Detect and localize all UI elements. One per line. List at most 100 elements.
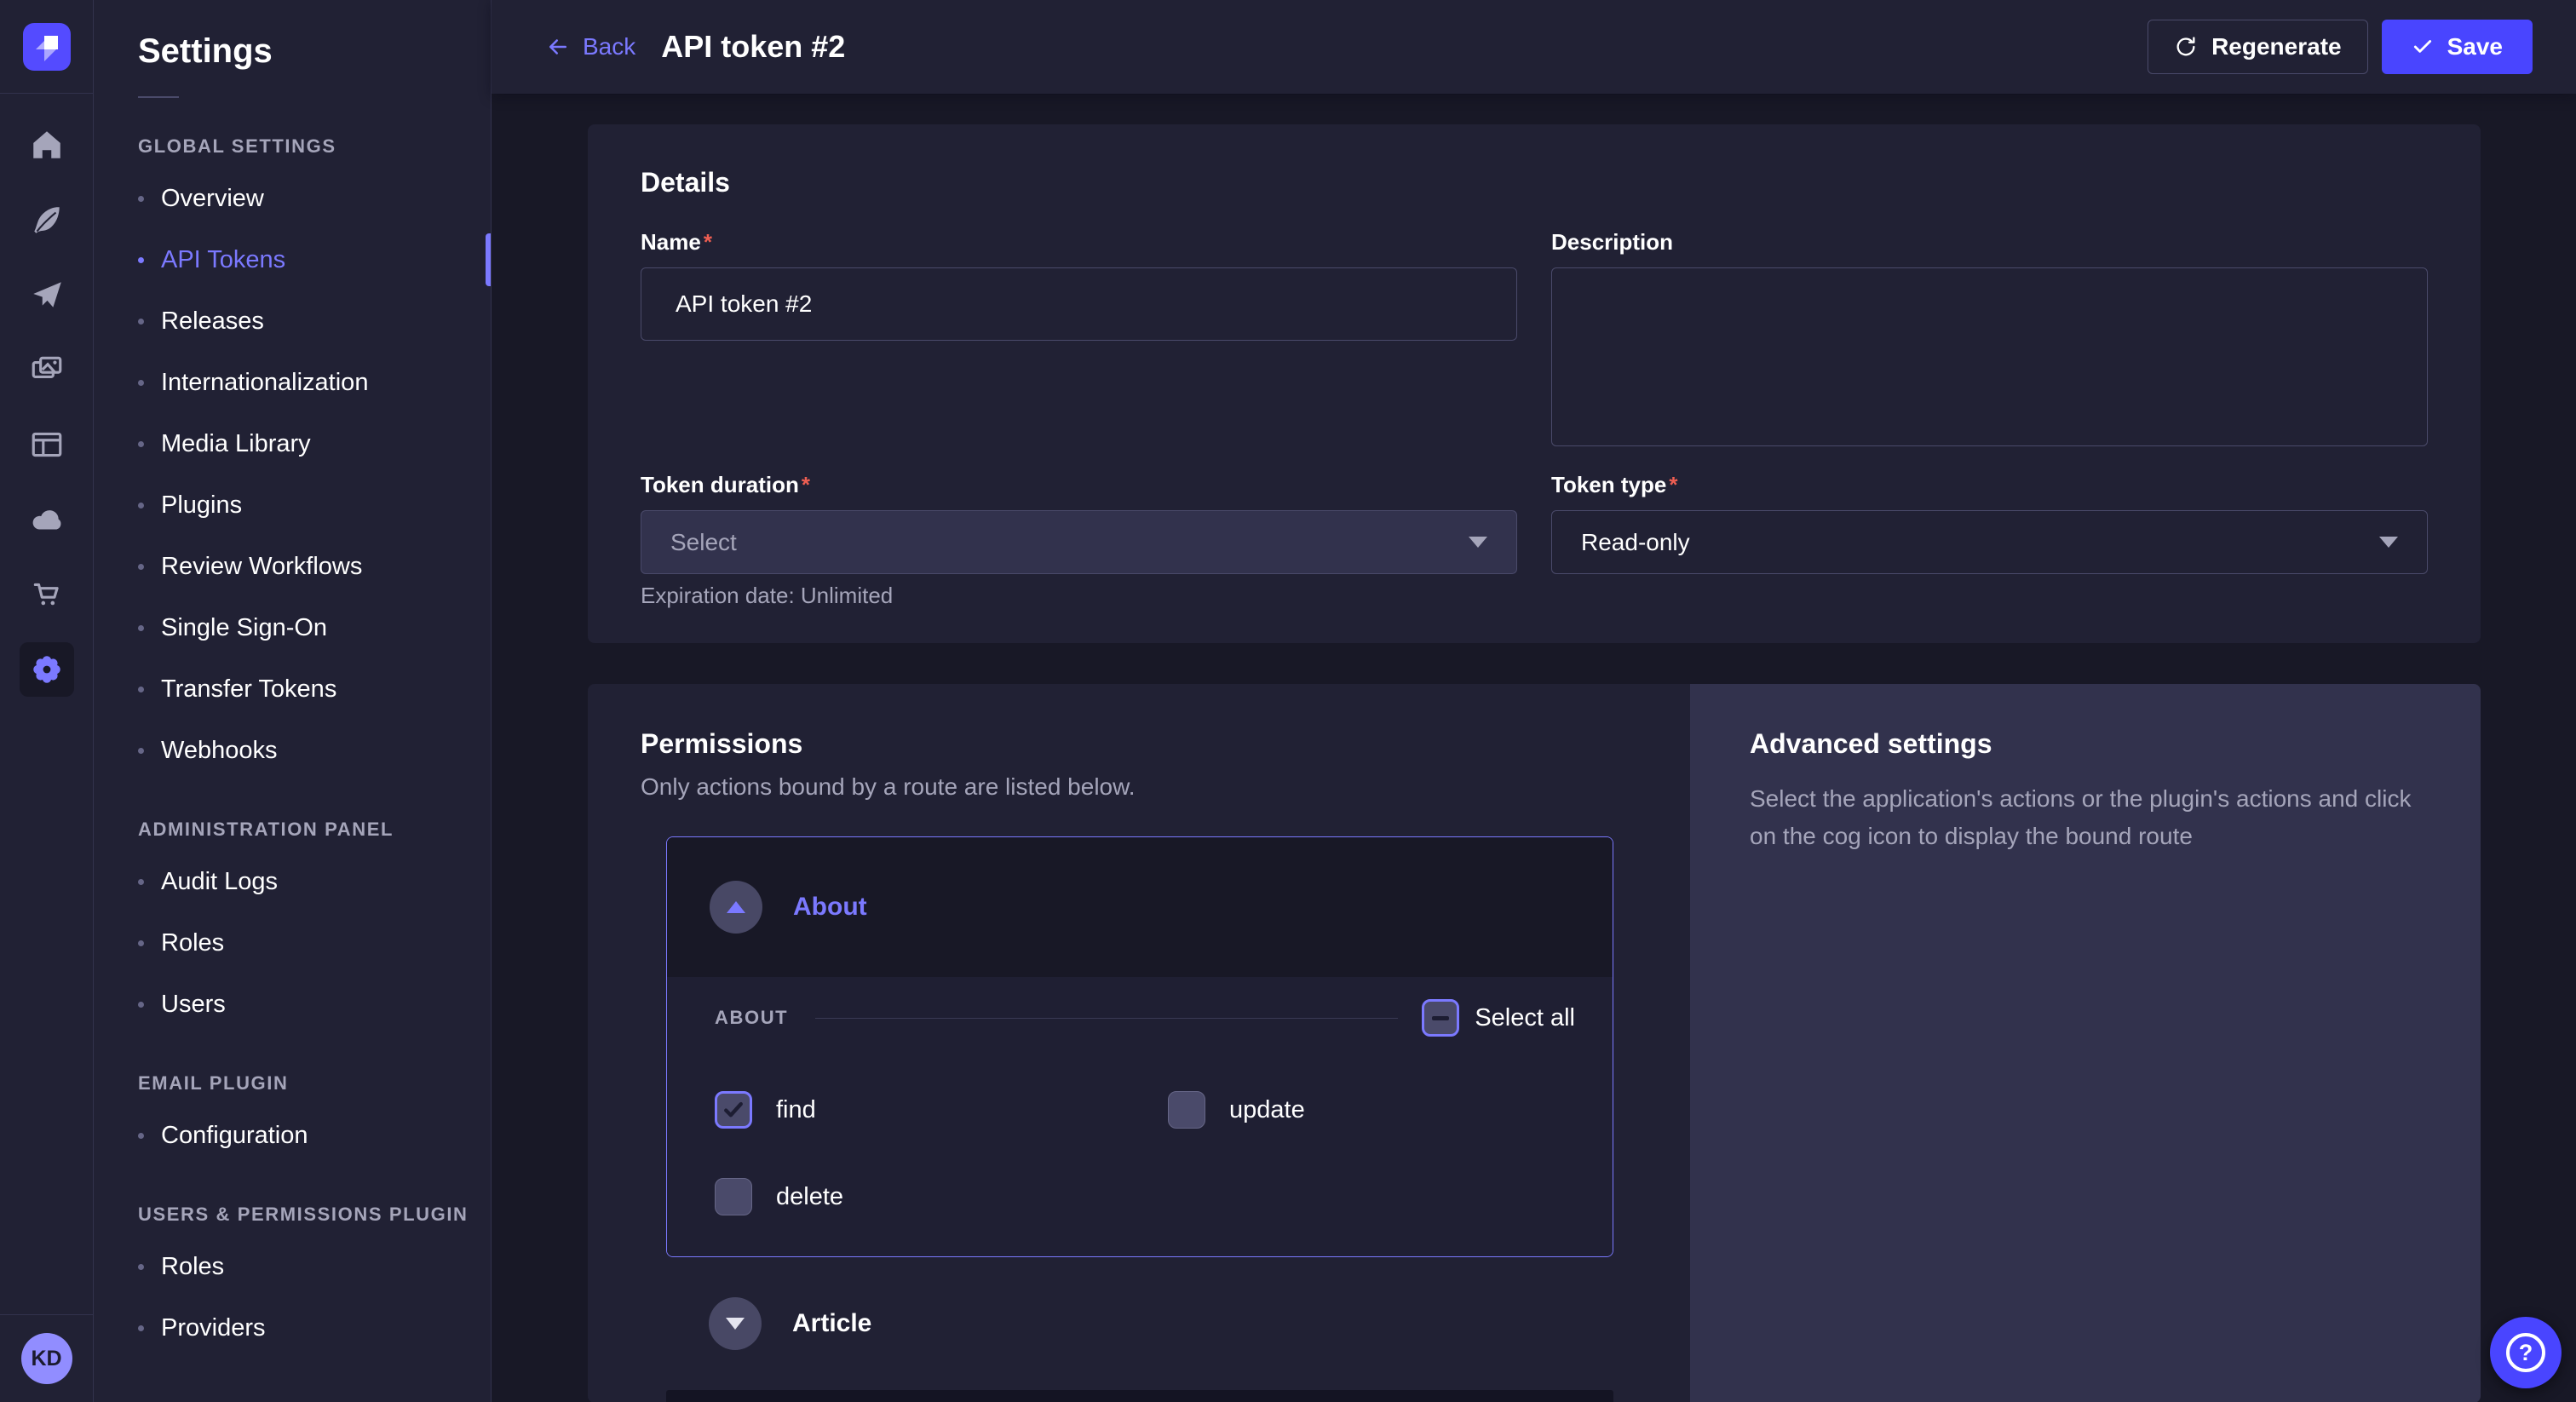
name-input[interactable] bbox=[641, 267, 1517, 341]
permission-action-label: update bbox=[1229, 1096, 1305, 1124]
bullet-icon bbox=[138, 1002, 144, 1008]
token-duration-hint: Expiration date: Unlimited bbox=[641, 583, 1517, 609]
sidebar-item-overview[interactable]: Overview bbox=[138, 168, 491, 229]
advanced-settings-heading: Advanced settings bbox=[1750, 728, 2421, 760]
sidebar-item-internationalization[interactable]: Internationalization bbox=[138, 352, 491, 413]
rail-item-cloud[interactable] bbox=[0, 482, 93, 557]
rail-item-home[interactable] bbox=[0, 107, 93, 182]
bullet-icon bbox=[138, 1325, 144, 1331]
sidebar-item-media-library[interactable]: Media Library bbox=[138, 413, 491, 474]
sidebar-item-label: Roles bbox=[161, 1253, 224, 1281]
permission-action-label: delete bbox=[776, 1183, 843, 1211]
checkbox-delete[interactable] bbox=[715, 1178, 752, 1215]
rail-icons bbox=[0, 94, 93, 707]
bullet-icon bbox=[138, 257, 144, 263]
sidebar-item-api-tokens[interactable]: API Tokens bbox=[138, 229, 491, 290]
description-textarea[interactable] bbox=[1551, 267, 2428, 446]
accordion-about-body: ABOUT Select all find update delete bbox=[667, 977, 1613, 1256]
back-link[interactable]: Back bbox=[545, 33, 635, 60]
permissions-subtitle: Only actions bound by a route are listed… bbox=[641, 773, 1613, 801]
sidebar-item-releases[interactable]: Releases bbox=[138, 290, 491, 352]
save-button[interactable]: Save bbox=[2382, 20, 2533, 74]
layout-icon bbox=[29, 427, 65, 463]
sidebar-item-label: Audit Logs bbox=[161, 868, 278, 896]
help-button[interactable]: ? bbox=[2490, 1317, 2562, 1388]
feather-icon bbox=[29, 202, 65, 238]
nav-section: ADMINISTRATION PANELAudit LogsRolesUsers bbox=[138, 819, 491, 1035]
sidebar-item-transfer-tokens[interactable]: Transfer Tokens bbox=[138, 658, 491, 720]
sidebar-item-users[interactable]: Users bbox=[138, 974, 491, 1035]
checkbox-update[interactable] bbox=[1168, 1091, 1205, 1129]
settings-title: Settings bbox=[138, 32, 491, 71]
strapi-logo[interactable] bbox=[23, 23, 71, 71]
accordion-about-header[interactable]: About bbox=[667, 837, 1613, 977]
about-subsection-row: ABOUT Select all bbox=[715, 999, 1575, 1037]
back-arrow-icon bbox=[545, 34, 571, 60]
nav-items: Audit Logs Roles Users bbox=[138, 851, 491, 1035]
token-duration-label: Token duration* bbox=[641, 472, 1517, 498]
sidebar-item-label: Users bbox=[161, 991, 226, 1019]
bullet-icon bbox=[138, 1133, 144, 1139]
nav-items: Configuration bbox=[138, 1105, 491, 1166]
permission-action-update: update bbox=[1168, 1091, 1575, 1129]
chevron-down-icon bbox=[1469, 537, 1487, 548]
home-icon bbox=[29, 127, 65, 163]
avatar[interactable]: KD bbox=[21, 1333, 72, 1384]
sidebar-item-roles[interactable]: Roles bbox=[138, 1236, 491, 1297]
regenerate-label: Regenerate bbox=[2211, 33, 2342, 60]
sidebar-item-single-sign-on[interactable]: Single Sign-On bbox=[138, 597, 491, 658]
sidebar-item-providers[interactable]: Providers bbox=[138, 1297, 491, 1359]
next-accordion-edge bbox=[666, 1390, 1613, 1402]
rail-item-media[interactable] bbox=[0, 332, 93, 407]
save-label: Save bbox=[2447, 33, 2503, 60]
nav-section: GLOBAL SETTINGS OverviewAPI TokensRelease… bbox=[138, 135, 491, 781]
bullet-icon bbox=[138, 1264, 144, 1270]
checkbox-find[interactable] bbox=[715, 1091, 752, 1129]
permissions-panel: Permissions Only actions bound by a rout… bbox=[588, 684, 1690, 1402]
sidebar-item-review-workflows[interactable]: Review Workflows bbox=[138, 536, 491, 597]
select-all-checkbox[interactable] bbox=[1422, 999, 1459, 1037]
rail-item-feather[interactable] bbox=[0, 182, 93, 257]
accordion-article-header[interactable]: Article bbox=[666, 1257, 1613, 1390]
sidebar-item-audit-logs[interactable]: Audit Logs bbox=[138, 851, 491, 912]
rail-item-paper-plane[interactable] bbox=[0, 257, 93, 332]
collapse-toggle-button[interactable] bbox=[710, 881, 762, 934]
token-type-field-group: Token type* Read-only bbox=[1551, 472, 2428, 609]
page-header: Back API token #2 Regenerate Save bbox=[492, 0, 2576, 94]
sidebar-item-roles[interactable]: Roles bbox=[138, 912, 491, 974]
page-title: API token #2 bbox=[661, 29, 845, 65]
nav-items: OverviewAPI TokensReleases Internationali… bbox=[138, 168, 491, 781]
sidebar-item-label: Roles bbox=[161, 929, 224, 957]
sidebar-item-label: Webhooks bbox=[161, 737, 278, 765]
rail-bottom-divider bbox=[0, 1314, 94, 1315]
subsection-divider bbox=[815, 1018, 1398, 1019]
actions-grid: find update delete bbox=[715, 1091, 1575, 1215]
permissions-heading: Permissions bbox=[641, 728, 1613, 760]
sidebar-item-label: Internationalization bbox=[161, 369, 368, 397]
advanced-settings-description: Select the application's actions or the … bbox=[1750, 780, 2421, 855]
nav-section-header: GLOBAL SETTINGS bbox=[138, 135, 491, 158]
rail-item-layout[interactable] bbox=[0, 407, 93, 482]
settings-sidebar: Settings GLOBAL SETTINGS OverviewAPI Toke… bbox=[94, 0, 492, 1402]
required-asterisk: * bbox=[704, 229, 712, 255]
cart-icon bbox=[29, 577, 65, 612]
token-duration-select[interactable]: Select bbox=[641, 510, 1517, 574]
token-duration-field-group: Token duration* Select Expiration date: … bbox=[641, 472, 1517, 609]
rail-item-cart[interactable] bbox=[0, 557, 93, 632]
details-heading: Details bbox=[641, 167, 2428, 198]
bullet-icon bbox=[138, 748, 144, 754]
settings-title-divider bbox=[138, 96, 179, 98]
expand-toggle-button[interactable] bbox=[709, 1297, 762, 1350]
cloud-icon bbox=[29, 502, 65, 537]
sidebar-item-configuration[interactable]: Configuration bbox=[138, 1105, 491, 1166]
sidebar-item-label: Single Sign-On bbox=[161, 614, 327, 642]
bullet-icon bbox=[138, 564, 144, 570]
rail-item-gear[interactable] bbox=[0, 632, 93, 707]
rail-bottom: KD bbox=[0, 1314, 94, 1402]
token-type-select[interactable]: Read-only bbox=[1551, 510, 2428, 574]
regenerate-button[interactable]: Regenerate bbox=[2148, 20, 2368, 74]
sidebar-item-webhooks[interactable]: Webhooks bbox=[138, 720, 491, 781]
sidebar-item-plugins[interactable]: Plugins bbox=[138, 474, 491, 536]
permission-action-find: find bbox=[715, 1091, 1168, 1129]
select-all-label: Select all bbox=[1475, 1004, 1575, 1032]
